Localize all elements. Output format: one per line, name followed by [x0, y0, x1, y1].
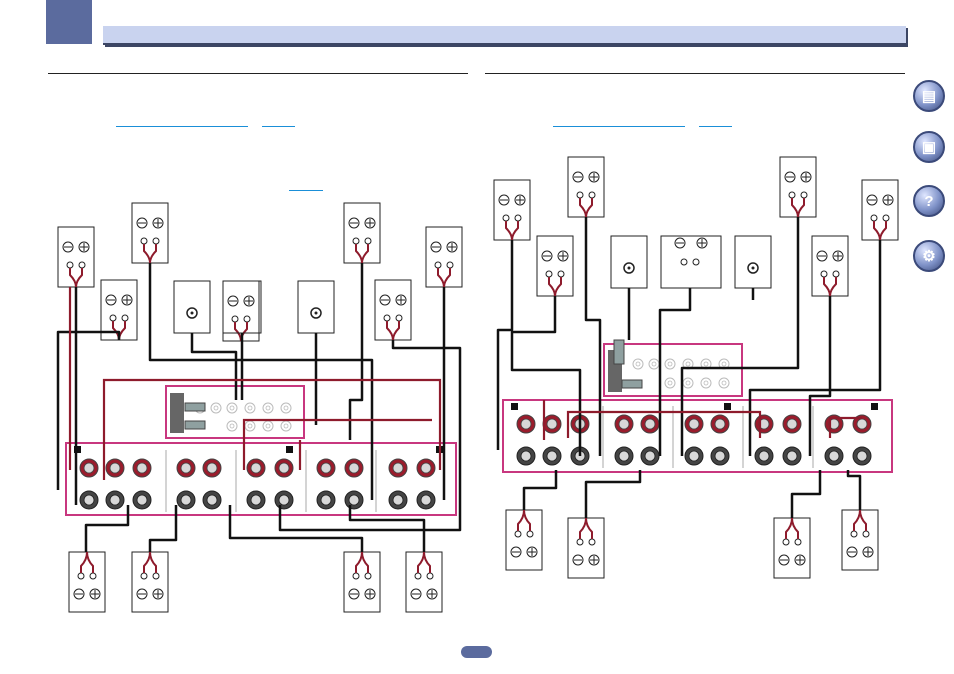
- wiring-diagrams: [56, 156, 899, 613]
- left-diagram: [56, 202, 463, 613]
- right-diagram: [493, 156, 899, 579]
